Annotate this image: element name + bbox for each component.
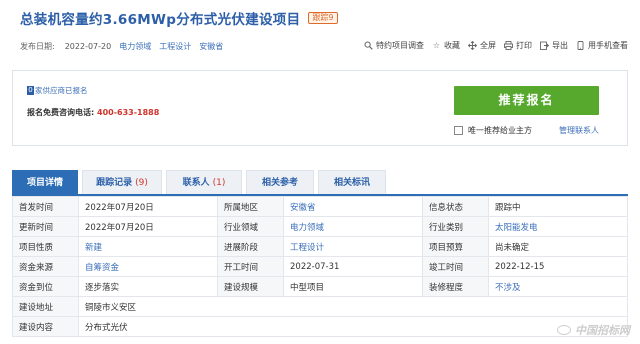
hotline-phone: 400-633-1888 [97,108,160,117]
field-value: 2022年07月20日 [78,216,218,237]
mobile-view-button[interactable]: 用手机查看 [576,40,628,51]
supplier-count: 0 [27,86,34,95]
manage-contacts-link[interactable]: 管理联系人 [559,125,599,136]
field-value: 分布式光伏 [78,316,628,337]
field-value: 逐步落实 [78,276,218,297]
watermark-text: 中国招标网 [575,324,630,337]
table-row: 资金来源 自筹资金 开工时间 2022-07-31 竣工时间 2022-12-1… [12,256,628,277]
decoration-link[interactable]: 不涉及 [488,276,628,297]
field-label: 行业领域 [217,216,284,237]
toolbar: 特约项目调查 ☆ 收藏 全屏 打印 导出 用手机查看 [356,40,628,51]
region-link[interactable]: 安徽省 [283,196,423,217]
watermark-logo-icon [557,325,571,335]
table-row: 资金到位 逐步落实 建设规模 中型项目 装修程度 不涉及 [12,276,628,297]
export-icon [540,41,550,50]
tab-tracking-records[interactable]: 跟踪记录 (9) [82,170,162,194]
table-row: 更新时间 2022年07月20日 行业领域 电力领域 行业类别 太阳能发电 [12,216,628,237]
stage-link[interactable]: 工程设计 [283,236,423,257]
print-button[interactable]: 打印 [504,40,532,51]
supplier-signup-count[interactable]: 0 家供应商已报名 [27,85,88,96]
page-title: 总装机容量约3.66MWp分布式光伏建设项目 [20,12,301,28]
hotline-label: 报名免费咨询电话: [27,108,95,117]
table-row: 建设地址 铜陵市义安区 [12,296,628,317]
fullscreen-icon [467,40,478,51]
field-label: 信息状态 [422,196,489,217]
tab-related-bids[interactable]: 相关标讯 [318,170,386,194]
search-icon [364,41,373,50]
field-label: 开工时间 [217,256,284,277]
fullscreen-button[interactable]: 全屏 [467,40,496,51]
supplier-count-text: 家供应商已报名 [35,86,88,95]
field-label: 更新时间 [12,216,79,237]
recommend-option[interactable]: 唯一推荐给业主方 [454,125,532,136]
field-label: 竣工时间 [422,256,489,277]
field-label: 建设内容 [12,316,79,337]
field-value: 2022-12-15 [488,256,628,277]
field-label: 行业类别 [422,216,489,237]
field-label: 项目性质 [12,236,79,257]
field-label: 建设规模 [217,276,284,297]
meta-row: 发布日期: 2022-07-20 电力领域 工程设计 安徽省 [20,41,223,52]
field-label: 所属地区 [217,196,284,217]
publish-date: 2022-07-20 [64,42,112,51]
recommend-signup-button[interactable]: 推荐报名 [454,86,599,115]
recommend-checkbox[interactable] [454,126,463,135]
field-label: 装修程度 [422,276,489,297]
tab-related-references[interactable]: 相关参考 [246,170,314,194]
recommend-option-label: 唯一推荐给业主方 [468,126,532,135]
table-row: 首发时间 2022年07月20日 所属地区 安徽省 信息状态 跟踪中 [12,196,628,217]
field-value: 2022年07月20日 [78,196,218,217]
tab-project-details[interactable]: 项目详情 [12,170,78,194]
field-value: 2022-07-31 [283,256,423,277]
survey-button[interactable]: 特约项目调查 [364,40,424,51]
field-label: 建设地址 [12,296,79,317]
field-label: 首发时间 [12,196,79,217]
field-value: 中型项目 [283,276,423,297]
field-label: 资金到位 [12,276,79,297]
tag-link[interactable]: 安徽省 [199,41,223,52]
field-value: 铜陵市义安区 [78,296,628,317]
tab-contacts[interactable]: 联系人 (1) [166,170,242,194]
phone-icon [576,41,585,50]
watermark: 中国招标网 [557,322,630,338]
table-row: 建设内容 分布式光伏 [12,316,628,337]
field-label: 进展阶段 [217,236,284,257]
title-row: 总装机容量约3.66MWp分布式光伏建设项目 跟踪9 [20,8,338,28]
field-value: 尚未确定 [488,236,628,257]
tag-link[interactable]: 电力领域 [119,41,151,52]
project-info-table: 首发时间 2022年07月20日 所属地区 安徽省 信息状态 跟踪中 更新时间 … [12,196,628,337]
publish-date-label: 发布日期: [20,42,55,51]
favorite-button[interactable]: ☆ 收藏 [432,40,460,51]
field-value: 跟踪中 [488,196,628,217]
export-button[interactable]: 导出 [540,40,568,51]
detail-tabs: 项目详情 跟踪记录 (9) 联系人 (1) 相关参考 相关标讯 [12,170,390,194]
table-row: 项目性质 新建 进展阶段 工程设计 项目预算 尚未确定 [12,236,628,257]
funding-source-link[interactable]: 自筹资金 [78,256,218,277]
industry-link[interactable]: 电力领域 [283,216,423,237]
project-nature-link[interactable]: 新建 [78,236,218,257]
field-label: 项目预算 [422,236,489,257]
field-label: 资金来源 [12,256,79,277]
hotline: 报名免费咨询电话: 400-633-1888 [27,107,159,118]
tag-link[interactable]: 工程设计 [159,41,191,52]
track-count-badge[interactable]: 跟踪9 [308,12,338,24]
signup-panel: 0 家供应商已报名 报名免费咨询电话: 400-633-1888 推荐报名 唯一… [12,70,628,146]
category-link[interactable]: 太阳能发电 [488,216,628,237]
star-icon: ☆ [432,41,441,50]
print-icon [504,41,513,50]
